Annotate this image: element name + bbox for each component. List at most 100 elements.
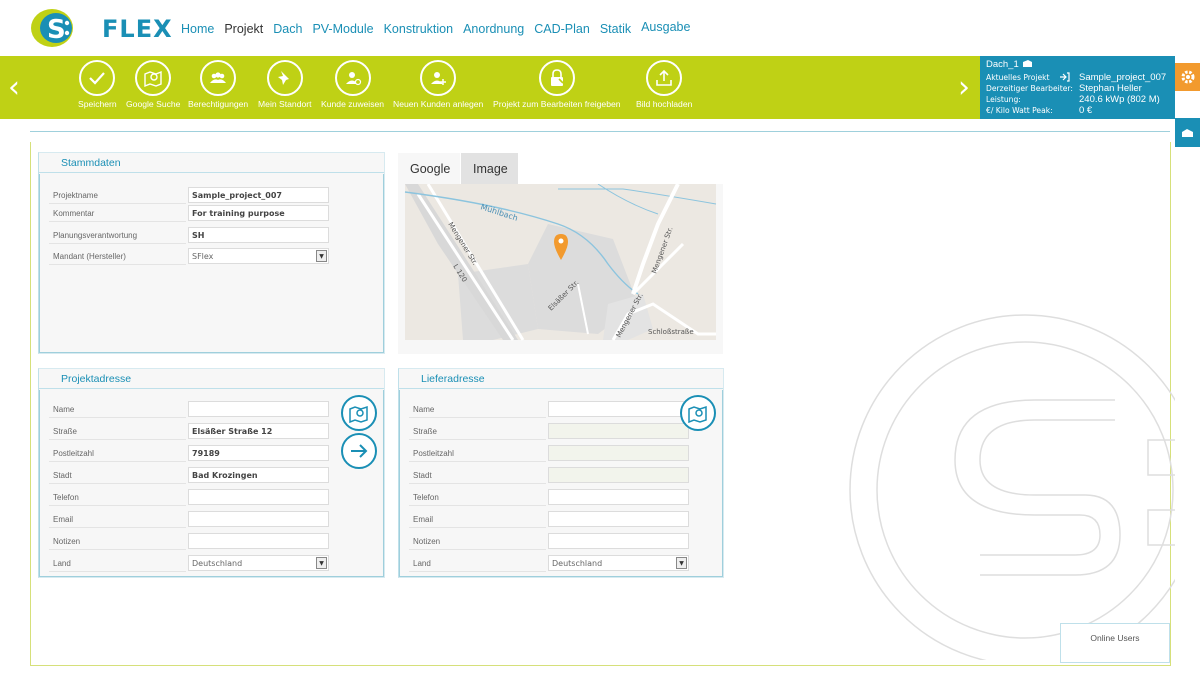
nav-ausgabe[interactable]: Ausgabe <box>641 20 690 34</box>
current-project-label: Aktuelles Projekt <box>986 73 1050 82</box>
pa-email-field[interactable] <box>188 511 329 527</box>
action-toolbar: ‹ › Speichern Google Suche Berechtigunge… <box>0 56 980 119</box>
nav-cad-plan[interactable]: CAD-Plan <box>534 22 590 36</box>
chevron-down-icon[interactable]: ▼ <box>316 557 327 569</box>
la-land-label: Land <box>409 555 546 572</box>
stammdaten-title: Stammdaten <box>61 157 121 169</box>
sflex-watermark-icon <box>849 314 1175 660</box>
pa-land-label: Land <box>49 555 186 572</box>
pa-plz-field[interactable]: 79189 <box>188 445 329 461</box>
release-project-button[interactable]: Projekt zum Bearbeiten freigeben <box>493 60 621 109</box>
sflex-logo[interactable]: S FLEX <box>30 5 172 51</box>
assign-customer-label: Kunde zuweisen <box>321 99 385 109</box>
user-add-icon <box>420 60 457 96</box>
nav-dach[interactable]: Dach <box>273 22 302 36</box>
pa-strasse-label: Straße <box>49 423 186 440</box>
mandant-value: SFlex <box>192 252 214 261</box>
la-notizen-label: Notizen <box>409 533 546 550</box>
la-plz-field[interactable] <box>548 445 689 461</box>
upload-image-button[interactable]: Bild hochladen <box>636 60 692 109</box>
upload-image-label: Bild hochladen <box>636 99 693 109</box>
pa-stadt-label: Stadt <box>49 467 186 484</box>
lock-edit-icon <box>538 60 575 96</box>
online-users-label: Online Users <box>1090 633 1140 643</box>
map-view[interactable]: Mühlbach Mengener Str. L 120 Mengener St… <box>398 183 723 354</box>
roof-name[interactable]: Dach_1 <box>986 59 1019 70</box>
pa-telefon-field[interactable] <box>188 489 329 505</box>
map-search-icon <box>349 405 368 423</box>
online-users-box[interactable]: Online Users <box>1060 623 1170 663</box>
lieferadresse-panel: Lieferadresse Name Straße Postleitzahl S… <box>398 368 724 578</box>
la-land-value: Deutschland <box>552 559 603 568</box>
projektname-field[interactable]: Sample_project_007 <box>188 187 329 203</box>
la-email-field[interactable] <box>548 511 689 527</box>
main-nav: Home Projekt Dach PV-Module Konstruktion… <box>181 20 690 36</box>
nav-statik[interactable]: Statik <box>600 22 631 36</box>
new-customer-button[interactable]: Neuen Kunden anlegen <box>393 60 483 109</box>
tab-image[interactable]: Image <box>461 153 518 184</box>
map-search-icon <box>135 60 172 96</box>
chevron-down-icon[interactable]: ▼ <box>676 557 687 569</box>
map-search-icon <box>688 405 707 423</box>
la-map-lookup-button[interactable] <box>680 395 716 431</box>
stammdaten-panel: Stammdaten Projektname Sample_project_00… <box>38 152 385 354</box>
stammdaten-header: Stammdaten <box>39 153 384 173</box>
roof-side-icon[interactable] <box>1175 118 1200 147</box>
assign-customer-button[interactable]: Kunde zuweisen <box>321 60 384 109</box>
pa-notizen-field[interactable] <box>188 533 329 549</box>
nav-home[interactable]: Home <box>181 22 214 36</box>
mandant-select[interactable]: SFlex ▼ <box>188 248 329 264</box>
pin-icon <box>266 60 303 96</box>
la-name-label: Name <box>409 401 546 418</box>
map-label-road6: Schloßstraße <box>648 328 694 336</box>
la-land-select[interactable]: Deutschland ▼ <box>548 555 689 571</box>
pa-map-lookup-button[interactable] <box>341 395 377 431</box>
pa-email-label: Email <box>49 511 186 528</box>
copy-address-arrow-button[interactable] <box>341 433 377 469</box>
pa-land-select[interactable]: Deutschland ▼ <box>188 555 329 571</box>
roof-icon[interactable] <box>1022 59 1033 70</box>
enter-project-icon[interactable] <box>1059 72 1070 84</box>
my-location-button[interactable]: Mein Standort <box>258 60 312 109</box>
projektadresse-body: Name Straße Elsäßer Straße 12 Postleitzah… <box>39 390 384 577</box>
pa-notizen-label: Notizen <box>49 533 186 550</box>
la-plz-label: Postleitzahl <box>409 445 546 462</box>
la-stadt-label: Stadt <box>409 467 546 484</box>
la-strasse-label: Straße <box>409 423 546 440</box>
current-editor-value: Stephan Heller <box>1079 83 1142 94</box>
planungsverantwortung-field[interactable]: SH <box>188 227 329 243</box>
permissions-button[interactable]: Berechtigungen <box>188 60 248 109</box>
lieferadresse-title: Lieferadresse <box>421 373 485 385</box>
toolbar-prev-arrow[interactable]: ‹ <box>8 70 20 105</box>
settings-gear-icon[interactable] <box>1175 63 1200 91</box>
nav-anordnung[interactable]: Anordnung <box>463 22 524 36</box>
la-name-field[interactable] <box>548 401 689 417</box>
pa-strasse-field[interactable]: Elsäßer Straße 12 <box>188 423 329 439</box>
toolbar-next-arrow[interactable]: › <box>958 70 970 105</box>
pa-telefon-label: Telefon <box>49 489 186 506</box>
chevron-down-icon[interactable]: ▼ <box>316 250 327 262</box>
save-button[interactable]: Speichern <box>78 60 117 109</box>
projektname-label: Projektname <box>49 187 186 204</box>
la-telefon-field[interactable] <box>548 489 689 505</box>
google-search-button[interactable]: Google Suche <box>126 60 180 109</box>
la-email-label: Email <box>409 511 546 528</box>
pa-name-field[interactable] <box>188 401 329 417</box>
nav-konstruktion[interactable]: Konstruktion <box>384 22 453 36</box>
projektadresse-header: Projektadresse <box>39 369 384 389</box>
kommentar-field[interactable]: For training purpose <box>188 205 329 221</box>
nav-pv-module[interactable]: PV-Module <box>312 22 373 36</box>
pa-land-value: Deutschland <box>192 559 243 568</box>
power-value: 240.6 kWp (802 M) <box>1079 94 1160 105</box>
la-strasse-field[interactable] <box>548 423 689 439</box>
project-info-panel: Dach_1 Aktuelles Projekt Sample_project_… <box>980 56 1175 119</box>
pa-name-label: Name <box>49 401 186 418</box>
nav-projekt[interactable]: Projekt <box>224 22 263 36</box>
la-stadt-field[interactable] <box>548 467 689 483</box>
pa-stadt-field[interactable]: Bad Krozingen <box>188 467 329 483</box>
la-notizen-field[interactable] <box>548 533 689 549</box>
planungsverantwortung-label: Planungsverantwortung <box>49 227 186 244</box>
content-divider <box>30 131 1170 132</box>
lieferadresse-header: Lieferadresse <box>399 369 723 389</box>
tab-google[interactable]: Google <box>398 153 460 184</box>
